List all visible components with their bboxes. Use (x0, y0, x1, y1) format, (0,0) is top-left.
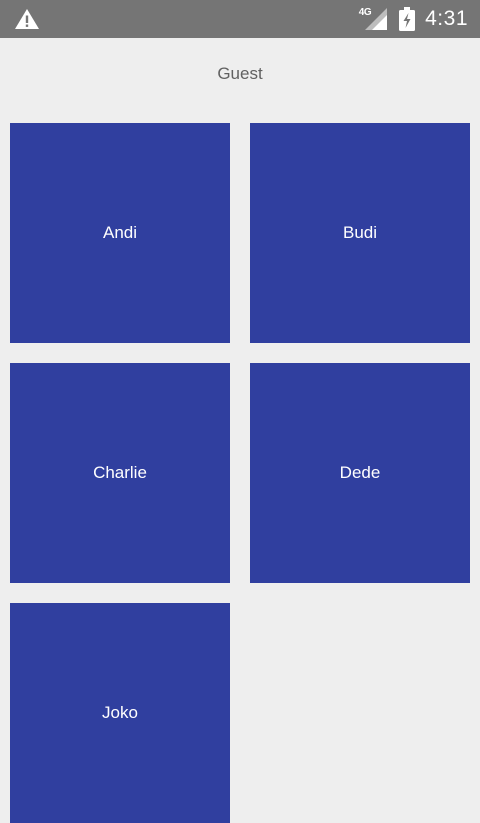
guest-tile-charlie[interactable]: Charlie (10, 363, 230, 583)
guest-name: Andi (102, 223, 138, 242)
status-indicators: 4G 4:31 (359, 0, 468, 38)
battery-charging-icon (399, 7, 416, 31)
guest-tile-joko[interactable]: Joko (10, 603, 230, 823)
guest-name: Joko (102, 703, 138, 722)
page-title: Guest (217, 64, 263, 83)
guest-grid: Andi Budi Charlie Dede Joko (10, 123, 470, 823)
clock: 4:31 (425, 7, 468, 30)
guest-name: Budi (342, 223, 378, 242)
guest-name: Dede (339, 463, 381, 482)
guest-tile-andi[interactable]: Andi (10, 123, 230, 343)
guest-tile-dede[interactable]: Dede (250, 363, 470, 583)
guest-tile-budi[interactable]: Budi (250, 123, 470, 343)
guest-name: Charlie (93, 463, 147, 482)
warning-icon (15, 9, 39, 29)
network-type-label: 4G (358, 6, 372, 18)
status-bar: 4G 4:31 (0, 0, 480, 38)
